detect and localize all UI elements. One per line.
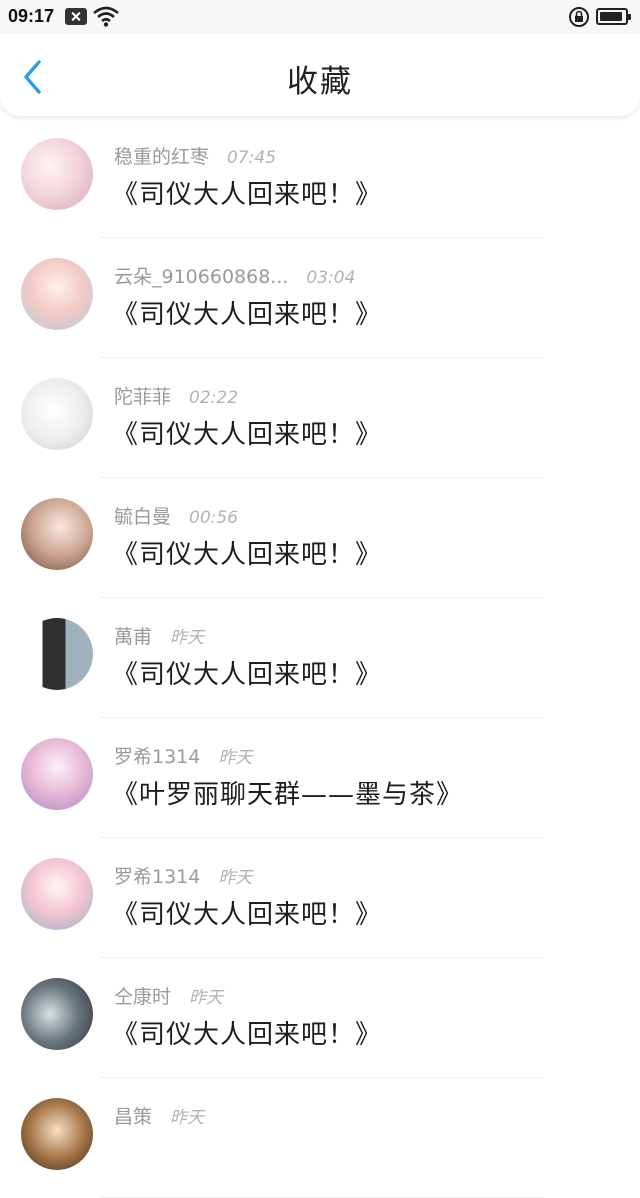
timestamp: 00:56 <box>189 508 239 528</box>
favorite-item[interactable]: 罗希1314 昨天《叶罗丽聊天群——墨与茶》 <box>0 718 640 838</box>
username: 罗希1314 <box>114 746 201 768</box>
item-meta: 稳重的红枣 07:45 <box>114 142 276 169</box>
item-meta: 云朵_910660868... 03:04 <box>114 262 355 289</box>
avatar <box>21 858 93 930</box>
avatar <box>21 738 93 810</box>
favorite-item[interactable]: 稳重的红枣 07:45 《司仪大人回来吧！》 <box>0 118 640 238</box>
avatar <box>21 258 93 330</box>
avatar <box>21 618 93 690</box>
username: 萬甫 <box>114 626 153 648</box>
status-bar: 09:17 <box>0 0 640 34</box>
rotation-lock-icon <box>569 7 589 27</box>
favorite-item[interactable]: 陀菲菲 02:22 《司仪大人回来吧！》 <box>0 358 640 478</box>
favorite-item[interactable]: 毓白曼 00:56 《司仪大人回来吧！》 <box>0 478 640 598</box>
timestamp: 07:45 <box>227 148 277 168</box>
username: 昌策 <box>114 1106 153 1128</box>
favorite-item[interactable]: 萬甫 昨天《司仪大人回来吧！》 <box>0 598 640 718</box>
item-meta: 陀菲菲 02:22 <box>114 382 238 409</box>
username: 云朵_910660868... <box>114 266 289 288</box>
item-meta: 毓白曼 00:56 <box>114 502 238 529</box>
timestamp: 昨天 <box>189 988 224 1008</box>
username: 仝康时 <box>114 986 172 1008</box>
page-title: 收藏 <box>287 64 353 100</box>
username: 罗希1314 <box>114 866 201 888</box>
timestamp: 昨天 <box>170 1108 205 1128</box>
item-meta: 仝康时 昨天 <box>114 982 223 1009</box>
username: 毓白曼 <box>114 506 172 528</box>
item-title: 《司仪大人回来吧！》 <box>112 300 383 330</box>
item-title: 《叶罗丽聊天群——墨与茶》 <box>112 780 464 810</box>
avatar <box>21 498 93 570</box>
item-title: 《司仪大人回来吧！》 <box>112 660 383 690</box>
wifi-icon <box>93 6 119 27</box>
item-title: 《司仪大人回来吧！》 <box>112 1020 383 1050</box>
item-meta: 萬甫 昨天 <box>114 622 204 649</box>
item-meta: 罗希1314 昨天 <box>114 742 252 769</box>
header-bar: 收藏 <box>0 34 640 116</box>
item-title: 《司仪大人回来吧！》 <box>112 900 383 930</box>
item-meta: 昌策 昨天 <box>114 1102 204 1129</box>
battery-icon <box>596 8 631 25</box>
username: 陀菲菲 <box>114 386 172 408</box>
avatar <box>21 1098 93 1170</box>
timestamp: 昨天 <box>170 628 205 648</box>
favorite-item[interactable]: 云朵_910660868... 03:04 《司仪大人回来吧！》 <box>0 238 640 358</box>
item-title: 《司仪大人回来吧！》 <box>112 420 383 450</box>
status-time: 09:17 <box>8 6 55 26</box>
item-title: 《司仪大人回来吧！》 <box>112 540 383 570</box>
timestamp: 昨天 <box>218 868 253 888</box>
timestamp: 03:04 <box>306 268 356 288</box>
favorite-item[interactable]: 昌策 昨天 <box>0 1078 640 1198</box>
favorite-item[interactable]: 仝康时 昨天《司仪大人回来吧！》 <box>0 958 640 1078</box>
avatar <box>21 138 93 210</box>
avatar <box>21 378 93 450</box>
timestamp: 昨天 <box>218 748 253 768</box>
item-title: 《司仪大人回来吧！》 <box>112 180 383 210</box>
item-meta: 罗希1314 昨天 <box>114 862 252 889</box>
avatar <box>21 978 93 1050</box>
username: 稳重的红枣 <box>114 146 210 168</box>
timestamp: 02:22 <box>189 388 239 408</box>
favorite-item[interactable]: 罗希1314 昨天《司仪大人回来吧！》 <box>0 838 640 958</box>
notification-close-icon <box>65 8 87 25</box>
favorites-list: 稳重的红枣 07:45 《司仪大人回来吧！》 云朵_910660868... 03:04… <box>0 118 640 1198</box>
